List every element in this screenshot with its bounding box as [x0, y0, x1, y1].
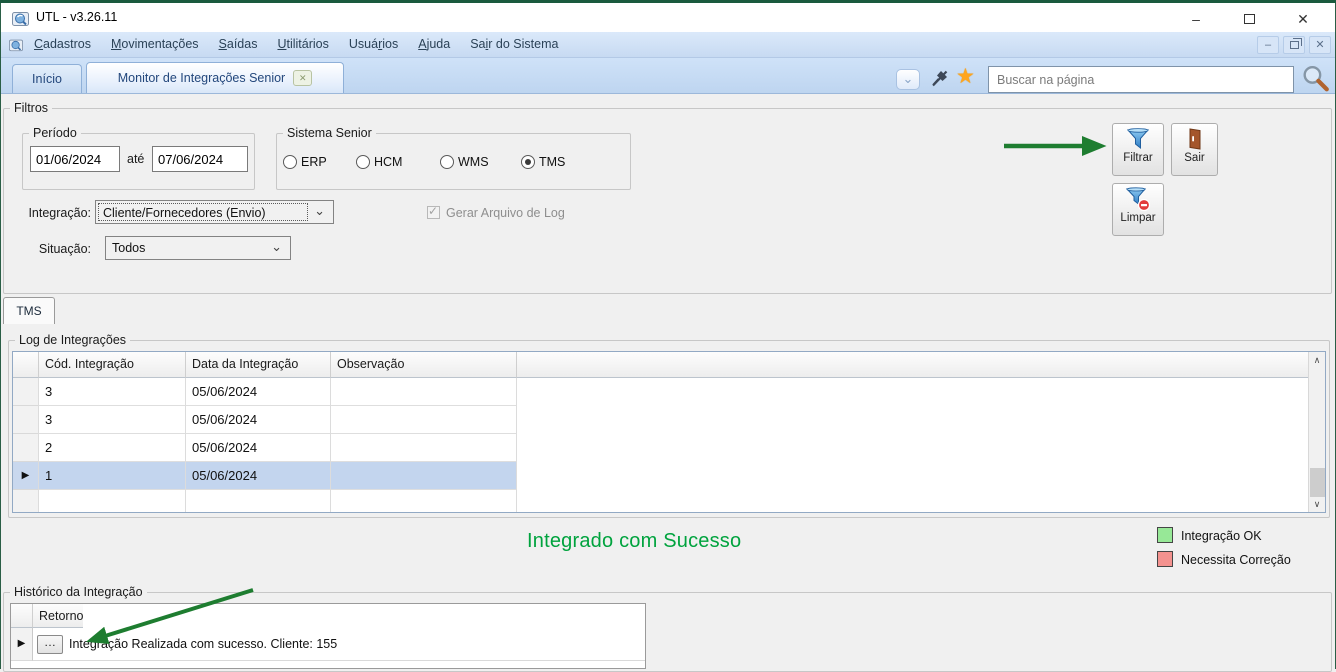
filtros-label: Filtros	[10, 100, 53, 116]
menu-app-icon	[9, 39, 23, 52]
integracao-combo[interactable]: Cliente/Fornecedores (Envio) ⌄	[95, 200, 334, 224]
mdi-restore-button[interactable]	[1283, 36, 1305, 54]
chevron-down-icon: ⌄	[271, 239, 282, 254]
favorite-star-icon[interactable]: ★	[956, 64, 975, 89]
window-frame	[0, 3, 1336, 669]
ate-label: até	[127, 152, 145, 166]
legend-error-swatch	[1157, 551, 1173, 567]
search-input[interactable]	[988, 66, 1294, 93]
menu-saidas[interactable]: Saídas	[209, 32, 268, 58]
sair-button[interactable]: Sair	[1171, 123, 1218, 176]
radio-icon	[440, 155, 454, 169]
menu-movimentacoes[interactable]: Movimentações	[101, 32, 209, 58]
window-maximize-button[interactable]	[1235, 9, 1263, 30]
radio-hcm[interactable]: HCM	[356, 154, 402, 170]
chevron-down-button[interactable]: ⌄	[896, 69, 920, 90]
status-message: Integrado com Sucesso	[527, 530, 742, 552]
menu-utilitarios[interactable]: Utilitários	[267, 32, 338, 58]
unpin-icon[interactable]	[929, 68, 951, 90]
date-from-input[interactable]	[30, 146, 120, 172]
table-row[interactable]: 2 05/06/2024	[13, 434, 517, 462]
sistema-senior-label: Sistema Senior	[283, 125, 376, 141]
radio-tms[interactable]: TMS	[521, 154, 565, 170]
situacao-label: Situação:	[38, 242, 91, 256]
radio-erp[interactable]: ERP	[283, 154, 327, 170]
tab-inicio[interactable]: Início	[12, 64, 82, 93]
tab-monitor-integracoes[interactable]: Monitor de Integrações Senior ✕	[86, 62, 344, 93]
menu-bar: Cadastros Movimentações Saídas Utilitári…	[0, 32, 1336, 58]
filtrar-label: Filtrar	[1123, 152, 1153, 164]
filtrar-button[interactable]: Filtrar	[1112, 123, 1164, 176]
door-icon	[1189, 128, 1200, 150]
periodo-label: Período	[29, 125, 81, 141]
legend-error-label: Necessita Correção	[1181, 553, 1291, 567]
integracao-label: Integração:	[28, 206, 91, 220]
mdi-window-controls: – ✕	[1257, 36, 1331, 54]
table-row-selected[interactable]: ▶ 1 05/06/2024	[13, 462, 517, 490]
window-title: UTL - v3.26.11	[36, 10, 118, 24]
row-indicator-icon: ▶	[13, 462, 39, 490]
expand-detail-button[interactable]: …	[37, 635, 63, 654]
window-close-button[interactable]: ✕	[1289, 9, 1317, 30]
funnel-clear-icon	[1125, 187, 1151, 212]
column-header-data[interactable]: Data da Integração	[186, 352, 331, 378]
title-bar: UTL - v3.26.11 – ✕	[0, 3, 1336, 32]
funnel-icon	[1126, 128, 1150, 150]
table-row[interactable]: 3 05/06/2024	[13, 378, 517, 406]
scroll-thumb[interactable]	[1310, 468, 1325, 497]
date-to-input[interactable]	[152, 146, 248, 172]
radio-icon	[283, 155, 297, 169]
gerar-log-label: Gerar Arquivo de Log	[446, 206, 565, 220]
annotation-arrow-historico	[85, 588, 254, 645]
log-grid-scrollbar[interactable]: ∧ ∨	[1308, 352, 1325, 512]
log-integracoes-label: Log de Integrações	[15, 332, 131, 348]
tab-label: Monitor de Integrações Senior	[117, 71, 286, 85]
integracao-value: Cliente/Fornecedores (Envio)	[98, 203, 308, 221]
chevron-down-icon: ⌄	[314, 203, 325, 218]
annotation-arrow-filtrar	[1004, 135, 1107, 157]
menu-items: Cadastros Movimentações Saídas Utilitári…	[24, 32, 568, 58]
legend-ok-label: Integração OK	[1181, 529, 1262, 543]
log-grid: Cód. Integração Data da Integração Obser…	[12, 351, 1326, 513]
check-icon: ✓	[428, 204, 439, 218]
window-minimize-button[interactable]: –	[1182, 9, 1210, 30]
app-icon	[12, 12, 29, 26]
limpar-button[interactable]: Limpar	[1112, 183, 1164, 236]
scroll-up-icon[interactable]: ∧	[1309, 352, 1325, 368]
menu-ajuda[interactable]: Ajuda	[408, 32, 460, 58]
tab-close-icon[interactable]: ✕	[293, 70, 313, 86]
maximize-icon	[1243, 14, 1255, 24]
historico-grid-header: Retorno	[11, 604, 84, 630]
column-header-observacao[interactable]: Observação	[331, 352, 517, 378]
log-grid-header: Cód. Integração Data da Integração Obser…	[13, 352, 1308, 378]
tab-tms[interactable]: TMS	[3, 297, 55, 324]
mdi-minimize-button[interactable]: –	[1257, 36, 1279, 54]
limpar-label: Limpar	[1120, 212, 1156, 224]
radio-wms[interactable]: WMS	[440, 154, 489, 170]
situacao-combo[interactable]: Todos ⌄	[105, 236, 291, 260]
radio-icon	[521, 155, 535, 169]
table-row[interactable]: 3 05/06/2024	[13, 406, 517, 434]
scroll-down-icon[interactable]: ∨	[1309, 496, 1325, 512]
restore-icon	[1289, 38, 1302, 49]
search-icon[interactable]	[1299, 63, 1333, 94]
menu-cadastros[interactable]: Cadastros	[24, 32, 101, 58]
sair-label: Sair	[1184, 152, 1205, 164]
situacao-value: Todos	[112, 241, 146, 255]
radio-icon	[356, 155, 370, 169]
menu-sair-do-sistema[interactable]: Sair do Sistema	[460, 32, 568, 58]
row-indicator-icon: ▶	[11, 628, 33, 661]
log-grid-body: 3 05/06/2024 3 05/06/2024 2 05/06/2024 ▶…	[13, 378, 517, 512]
tab-strip: Início Monitor de Integrações Senior ✕ ⌄…	[0, 58, 1336, 94]
column-header-cod[interactable]: Cód. Integração	[39, 352, 186, 378]
menu-usuarios[interactable]: Usuários	[339, 32, 408, 58]
gerar-log-checkbox: ✓	[427, 204, 440, 219]
table-row-empty	[13, 490, 517, 512]
legend-ok-swatch	[1157, 527, 1173, 543]
mdi-close-button[interactable]: ✕	[1309, 36, 1331, 54]
